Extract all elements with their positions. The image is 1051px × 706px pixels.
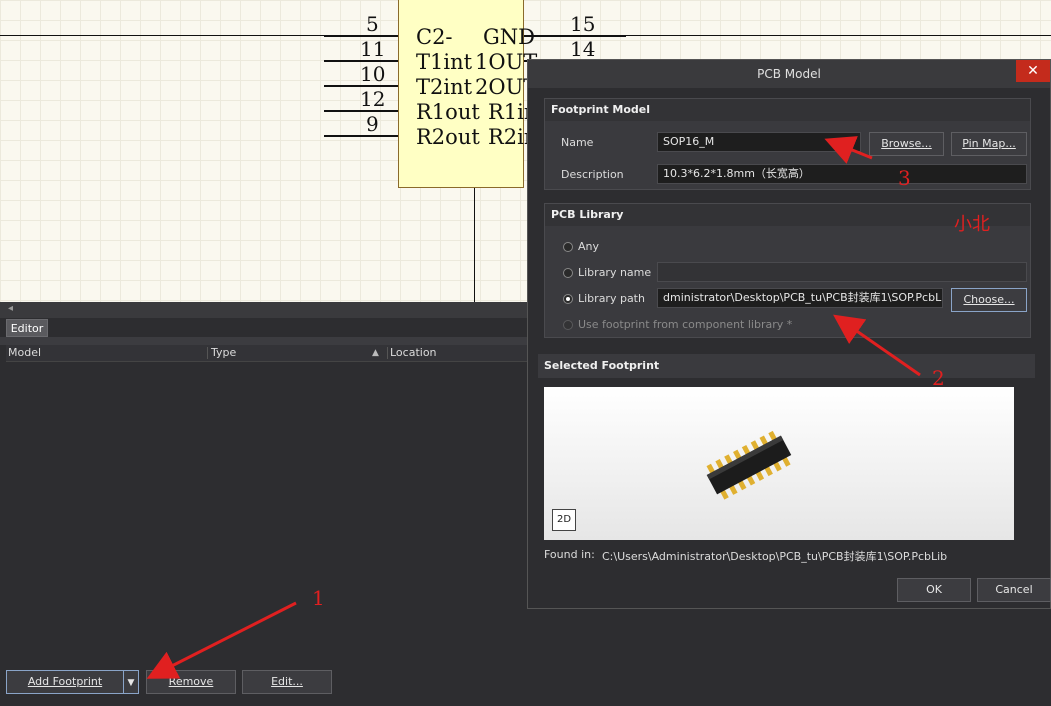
watermark-text: 小北: [954, 214, 990, 235]
arrow-1: [146, 601, 297, 679]
annotation-arrows: [146, 136, 921, 679]
annotation-number-2: 2: [932, 366, 945, 390]
annotation-number-3: 3: [898, 166, 911, 190]
arrow-2: [833, 314, 921, 377]
annotation-number-1: 1: [312, 586, 325, 610]
arrow-3: [824, 136, 873, 164]
